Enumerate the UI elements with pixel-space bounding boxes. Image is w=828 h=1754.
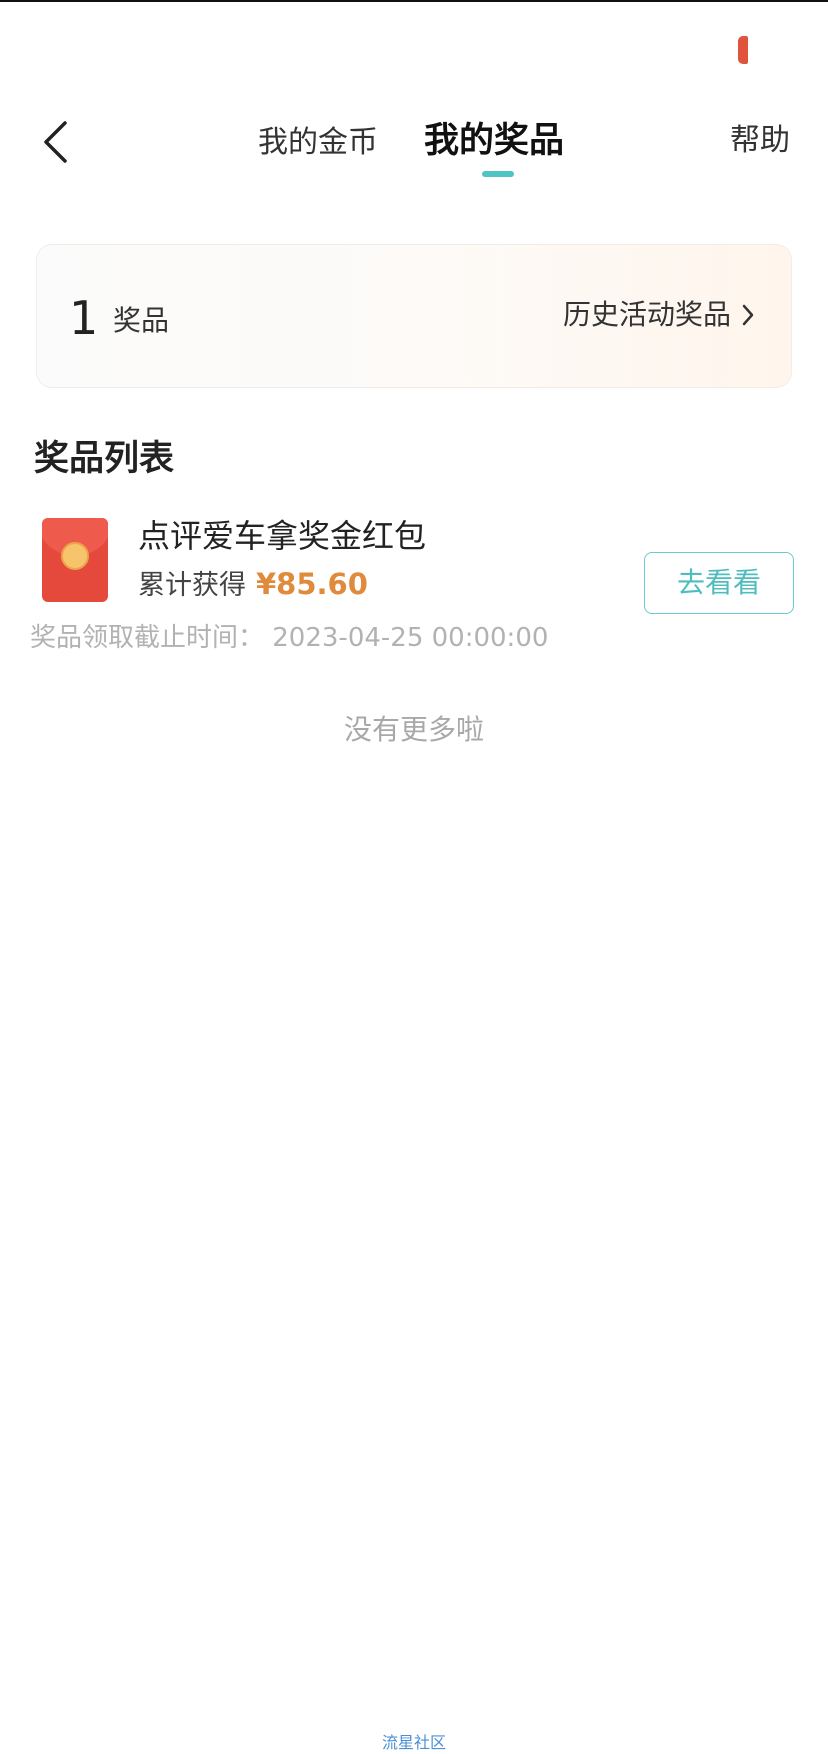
prize-name: 点评爱车拿奖金红包 <box>138 517 427 555</box>
help-button[interactable]: 帮助 <box>730 116 790 166</box>
red-packet-icon <box>42 518 108 602</box>
prize-list-title: 奖品列表 <box>34 439 175 479</box>
tab-my-coins[interactable]: 我的金币 <box>258 118 378 168</box>
prize-amount: ¥85.60 <box>256 567 368 601</box>
tab-my-prizes[interactable]: 我的奖品 <box>424 116 564 166</box>
status-indicator-icon <box>738 36 748 64</box>
history-prizes-link[interactable]: 历史活动奖品 <box>563 295 755 335</box>
view-button[interactable]: 去看看 <box>644 552 794 614</box>
top-edge-line <box>0 0 828 2</box>
prize-count-label: 奖品 <box>113 304 170 337</box>
prize-meta-label: 累计获得 <box>138 570 246 601</box>
active-tab-indicator <box>482 171 514 177</box>
end-of-list-text: 没有更多啦 <box>343 713 484 746</box>
prize-meta: 累计获得 ¥85.60 <box>138 564 368 606</box>
history-prizes-label: 历史活动奖品 <box>562 298 731 331</box>
chevron-right-icon <box>741 303 755 327</box>
watermark-text: 流星社区 <box>381 1733 446 1752</box>
chevron-left-icon <box>44 121 67 163</box>
prize-summary-card: 1 奖品 历史活动奖品 <box>36 244 792 388</box>
back-button[interactable] <box>36 112 76 172</box>
prize-count: 1 <box>69 291 99 345</box>
prize-deadline: 奖品领取截止时间： 2023-04-25 00:00:00 <box>30 623 549 653</box>
